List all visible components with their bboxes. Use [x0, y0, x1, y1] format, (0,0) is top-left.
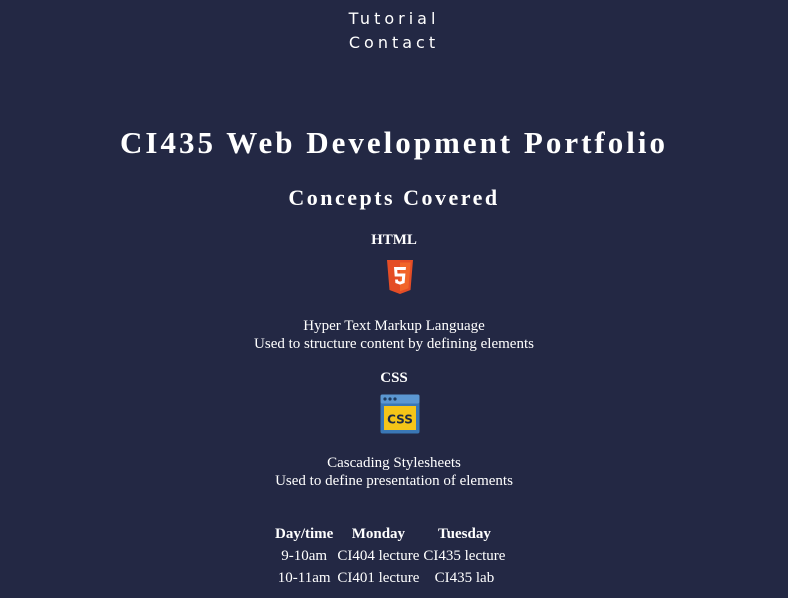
concept-desc-line: Hyper Text Markup Language: [303, 318, 485, 334]
concept-desc-line: Used to structure content by defining el…: [254, 336, 534, 352]
page-title: CI435 Web Development Portfolio: [120, 125, 668, 160]
main-nav: Tutorial Contact: [0, 7, 788, 55]
css-icon-text: CSS: [387, 413, 413, 427]
table-cell: CI435 lab: [434, 570, 495, 586]
table-cell: CI435 lecture: [423, 548, 506, 564]
table-header-cell: Monday: [351, 526, 406, 542]
table-cell: 10-11am: [277, 570, 331, 586]
table-row: 10-11am CI401 lecture CI435 lab: [274, 568, 506, 588]
html5-icon: [387, 260, 413, 294]
concept-desc-line: Used to define presentation of elements: [275, 473, 513, 489]
concept-desc-html: Hyper Text Markup Language Used to struc…: [0, 317, 788, 353]
concept-title-css: CSS: [380, 370, 408, 386]
table-header-cell: Tuesday: [438, 526, 491, 542]
table-row: 9-10am CI404 lecture CI435 lecture: [274, 546, 506, 566]
table-cell: CI401 lecture: [337, 570, 420, 586]
css-icon: CSS: [380, 394, 420, 434]
concept-title-html: HTML: [371, 232, 417, 248]
timetable: Day/time Monday Tuesday 9-10am CI404 lec…: [272, 522, 508, 590]
nav-link-contact[interactable]: Contact: [0, 31, 788, 55]
concept-desc-css: Cascading Stylesheets Used to define pre…: [0, 454, 788, 490]
section-title: Concepts Covered: [288, 185, 500, 210]
nav-link-tutorial[interactable]: Tutorial: [0, 7, 788, 31]
table-cell: 9-10am: [281, 548, 328, 564]
concept-desc-line: Cascading Stylesheets: [327, 455, 461, 471]
table-header-row: Day/time Monday Tuesday: [274, 524, 506, 544]
table-cell: CI404 lecture: [337, 548, 420, 564]
table-header-cell: Day/time: [275, 526, 334, 542]
